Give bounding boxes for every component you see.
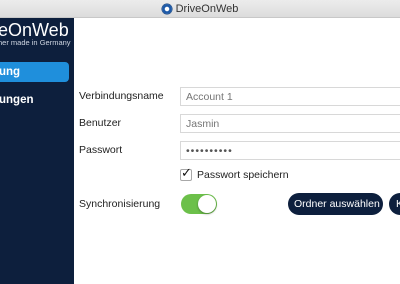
- logo-tagline: her made in Germany: [0, 38, 71, 47]
- app-window: DriveOnWeb eOnWeb her made in Germany un…: [0, 0, 400, 284]
- user-input[interactable]: [180, 114, 400, 133]
- save-password-row: ✓ Passwort speichern: [180, 165, 289, 181]
- secondary-action-button[interactable]: K: [389, 193, 400, 215]
- password-label: Passwort: [79, 144, 123, 156]
- sync-toggle[interactable]: [181, 194, 217, 214]
- sidebar: eOnWeb her made in Germany ung ungen: [0, 18, 74, 284]
- save-password-label[interactable]: Passwort speichern: [197, 169, 289, 181]
- connection-name-label: Verbindungsname: [79, 90, 164, 102]
- connection-name-input[interactable]: [180, 87, 400, 106]
- sync-label: Synchronisierung: [79, 198, 161, 210]
- select-folder-button[interactable]: Ordner auswählen: [288, 193, 383, 215]
- title-bar: DriveOnWeb: [0, 0, 400, 18]
- window-title: DriveOnWeb: [175, 2, 239, 15]
- driveonweb-app-icon: [161, 3, 172, 14]
- save-password-checkbox[interactable]: ✓: [180, 165, 192, 181]
- sidebar-item-active[interactable]: ung: [0, 62, 69, 82]
- sidebar-item-settings[interactable]: ungen: [0, 90, 69, 110]
- toggle-knob: [198, 195, 216, 213]
- user-label: Benutzer: [79, 117, 122, 129]
- checkmark-icon: ✓: [181, 165, 192, 180]
- title-group: DriveOnWeb: [0, 0, 400, 17]
- password-input[interactable]: [180, 141, 400, 160]
